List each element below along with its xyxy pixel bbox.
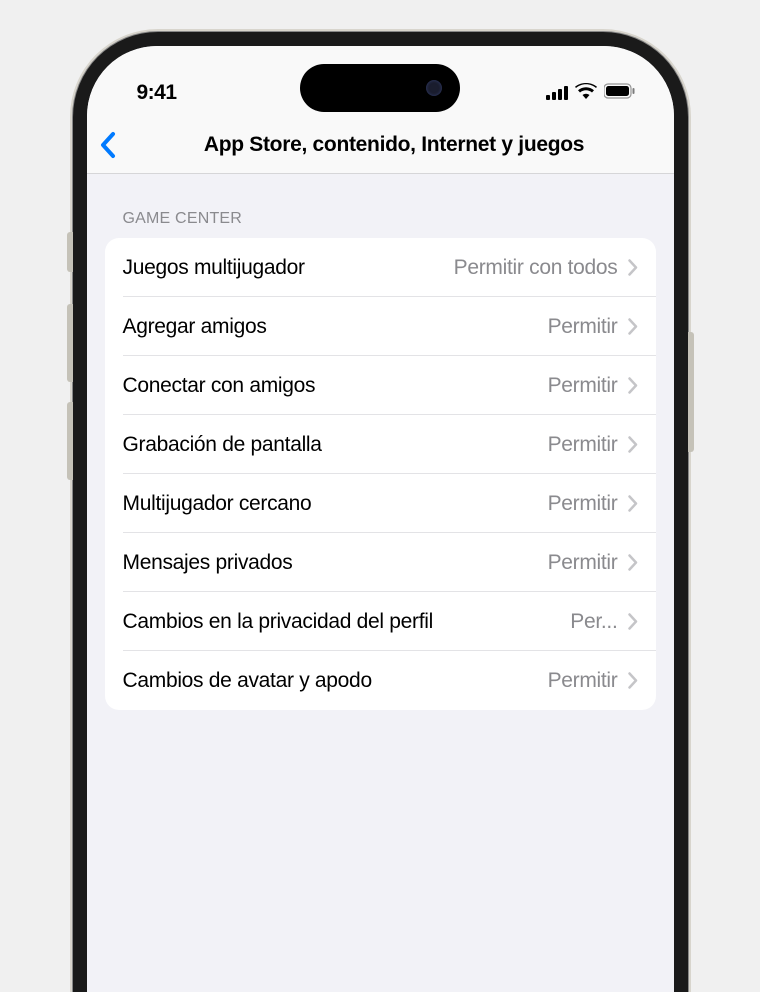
setting-label: Cambios de avatar y apodo [123,669,372,693]
cellular-signal-icon [546,86,568,100]
power-button [688,332,694,452]
volume-down-button [67,402,73,480]
setting-value: Permitir [548,433,618,457]
setting-item-multiplayer-games[interactable]: Juegos multijugador Permitir con todos [105,238,656,297]
setting-value: Permitir [548,492,618,516]
camera-dot [426,80,442,96]
volume-up-button [67,304,73,382]
navigation-bar: App Store, contenido, Internet y juegos [87,116,674,174]
setting-value: Per... [570,610,617,634]
screen: 9:41 [87,46,674,992]
chevron-right-icon [628,377,638,394]
setting-value: Permitir [548,551,618,575]
setting-item-private-messages[interactable]: Mensajes privados Permitir [105,533,656,592]
setting-label: Juegos multijugador [123,256,305,280]
chevron-right-icon [628,554,638,571]
setting-item-privacy-changes[interactable]: Cambios en la privacidad del perfil Per.… [105,592,656,651]
setting-value: Permitir [548,315,618,339]
page-title: App Store, contenido, Internet y juegos [103,133,658,157]
dynamic-island [300,64,460,112]
side-button [67,232,73,272]
chevron-right-icon [628,259,638,276]
status-icons [546,83,636,104]
setting-item-avatar-nickname[interactable]: Cambios de avatar y apodo Permitir [105,651,656,710]
setting-label: Mensajes privados [123,551,293,575]
chevron-right-icon [628,495,638,512]
setting-value: Permitir con todos [454,256,618,280]
status-time: 9:41 [137,81,177,105]
back-button[interactable] [99,131,117,159]
setting-value: Permitir [548,374,618,398]
chevron-right-icon [628,672,638,689]
setting-item-add-friends[interactable]: Agregar amigos Permitir [105,297,656,356]
phone-frame: 9:41 [73,32,688,992]
chevron-right-icon [628,318,638,335]
setting-value: Permitir [548,669,618,693]
setting-label: Agregar amigos [123,315,267,339]
chevron-right-icon [628,613,638,630]
setting-item-nearby-multiplayer[interactable]: Multijugador cercano Permitir [105,474,656,533]
settings-list: Juegos multijugador Permitir con todos A… [105,238,656,710]
chevron-left-icon [99,131,117,159]
wifi-icon [575,83,597,104]
content-area: GAME CENTER Juegos multijugador Permitir… [87,174,674,710]
setting-label: Conectar con amigos [123,374,316,398]
setting-label: Multijugador cercano [123,492,312,516]
setting-item-screen-recording[interactable]: Grabación de pantalla Permitir [105,415,656,474]
chevron-right-icon [628,436,638,453]
setting-label: Cambios en la privacidad del perfil [123,610,434,634]
battery-icon [604,83,636,104]
section-header-game-center: GAME CENTER [105,174,656,238]
setting-item-connect-friends[interactable]: Conectar con amigos Permitir [105,356,656,415]
setting-label: Grabación de pantalla [123,433,322,457]
